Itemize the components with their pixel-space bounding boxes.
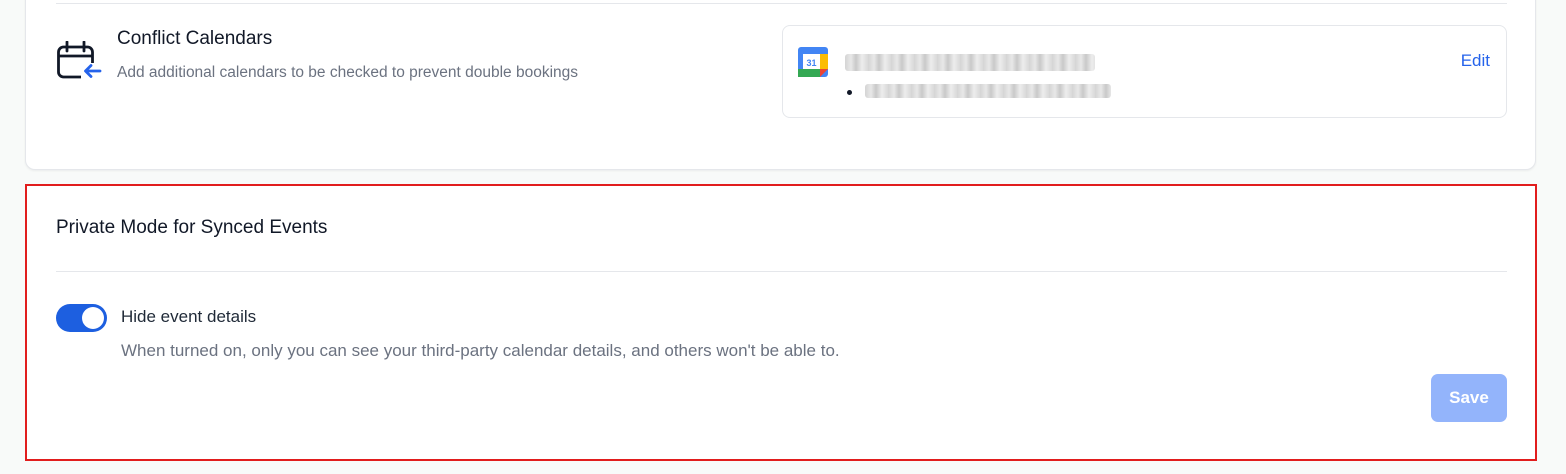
hide-event-details-toggle[interactable] — [56, 304, 107, 332]
bullet — [847, 90, 852, 95]
private-mode-title: Private Mode for Synced Events — [56, 217, 328, 238]
toggle-knob — [82, 307, 104, 329]
hide-event-details-help: When turned on, only you can see your th… — [121, 341, 840, 360]
redacted-account-name — [845, 54, 1095, 71]
redacted-calendar-name — [865, 84, 1111, 98]
save-button[interactable]: Save — [1431, 374, 1507, 422]
conflict-calendars-description: Add additional calendars to be checked t… — [117, 64, 579, 81]
google-calendar-icon: 31 — [798, 47, 828, 77]
divider — [56, 271, 1507, 272]
edit-calendars-link[interactable]: Edit — [1461, 51, 1490, 71]
connected-calendar-entry: 31 Edit — [782, 25, 1507, 118]
hide-event-details-label: Hide event details — [121, 307, 257, 326]
calendar-arrow-icon — [57, 41, 102, 79]
conflict-calendars-title: Conflict Calendars — [117, 28, 273, 49]
conflict-calendars-card: Conflict Calendars Add additional calend… — [25, 0, 1536, 170]
svg-text:31: 31 — [806, 58, 816, 68]
private-mode-section: Private Mode for Synced Events Hide even… — [25, 184, 1537, 461]
divider — [56, 3, 1507, 4]
